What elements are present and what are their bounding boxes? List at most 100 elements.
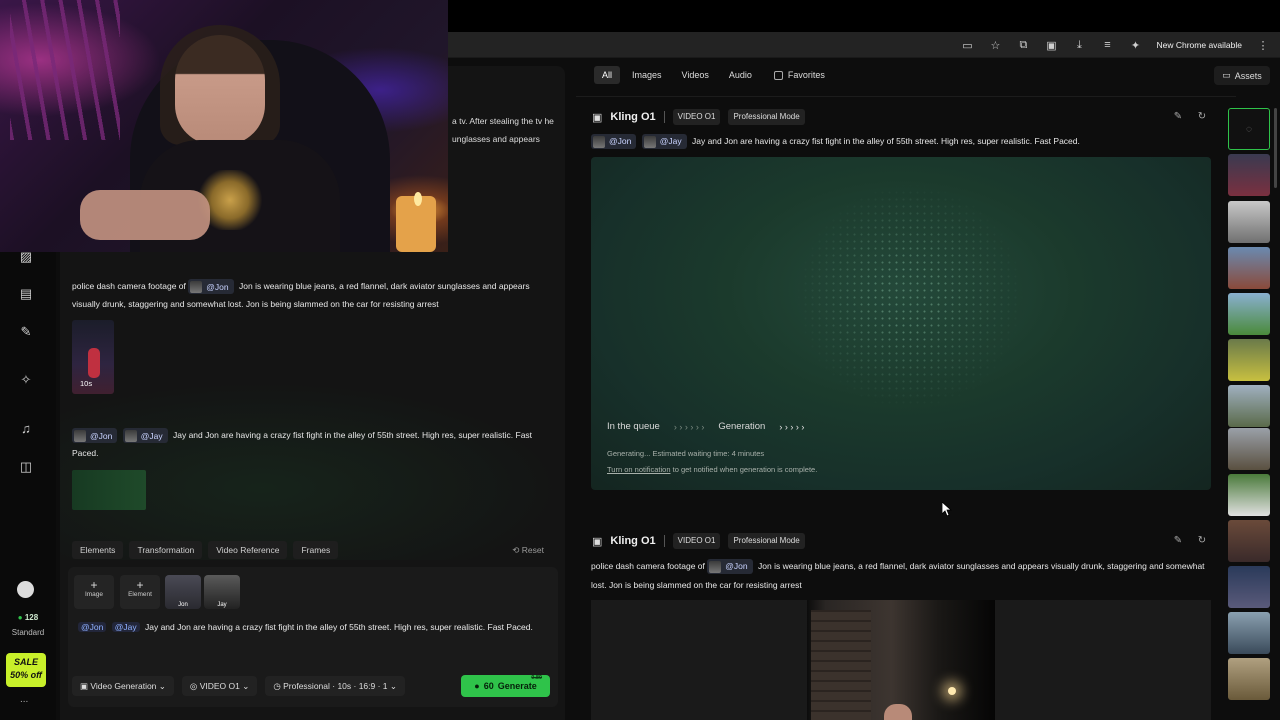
add-element-button[interactable]: + Element: [120, 575, 160, 609]
screen-cast-icon[interactable]: ▣: [1044, 38, 1058, 52]
turn-on-notification-link[interactable]: Turn on notification: [607, 465, 671, 474]
filter-videos[interactable]: Videos: [674, 66, 717, 84]
model-dropdown[interactable]: ◎ VIDEO O1 ⌄: [181, 676, 258, 696]
chip-thumbnail: [74, 429, 86, 442]
asset-filter-tabs: All Images Videos Audio Favorites: [594, 66, 825, 84]
truncated-previous-prompt: a tv. After stealing the tv he unglasses…: [452, 112, 562, 148]
video-icon[interactable]: ▤: [18, 286, 34, 302]
avatar[interactable]: [17, 581, 34, 598]
reference-element-jon[interactable]: Jon: [165, 575, 201, 609]
rail-thumb[interactable]: [1228, 428, 1270, 470]
edit-icon[interactable]: ✎: [1171, 534, 1185, 548]
rail-scrollbar[interactable]: [1274, 108, 1277, 188]
chip-label: Jon: [98, 430, 113, 441]
composer-chip-jay[interactable]: @Jay: [111, 622, 140, 632]
generate-cost: 60: [483, 681, 494, 691]
message-prefix: police dash camera footage of: [72, 281, 186, 291]
regenerate-icon[interactable]: ↻: [1195, 534, 1209, 548]
generate-button[interactable]: ● 60 Generate 0.80: [461, 675, 550, 697]
rail-thumb[interactable]: [1228, 658, 1270, 700]
film-icon: ▣: [592, 535, 603, 548]
download-icon[interactable]: ⤓: [1072, 38, 1086, 52]
filter-audio[interactable]: Audio: [721, 66, 760, 84]
sale-badge[interactable]: SALE 50% off: [6, 653, 46, 687]
rail-thumb[interactable]: [1228, 520, 1270, 562]
chip-label: Jon: [617, 136, 632, 147]
plus-icon: +: [90, 578, 98, 592]
tab-transformation[interactable]: Transformation: [129, 541, 203, 559]
film-icon: ▣: [592, 111, 603, 124]
generation-settings-bar: ▣ Video Generation ⌄ ◎ VIDEO O1 ⌄ ◷ Prof…: [72, 676, 406, 696]
step-in-queue: In the queue: [607, 421, 660, 432]
rail-thumb[interactable]: [1228, 154, 1270, 196]
chip-label: Jon: [733, 561, 748, 572]
rail-thumb[interactable]: [1228, 247, 1270, 289]
element-chip-jon[interactable]: @ Jon: [591, 134, 637, 150]
rail-thumb[interactable]: [1228, 385, 1270, 427]
extension-icon[interactable]: ⧉: [1016, 38, 1030, 52]
media-control-icon[interactable]: ≡: [1100, 38, 1114, 52]
new-chrome-available-button[interactable]: New Chrome available: [1156, 40, 1242, 50]
effects-icon[interactable]: ✧: [18, 372, 34, 388]
browser-toolbar-icons: ▭ ☆ ⧉ ▣ ⤓ ≡ ✦ New Chrome available ⋮: [960, 32, 1270, 58]
rail-thumb[interactable]: [1228, 201, 1270, 243]
mouse-cursor-icon: [942, 502, 952, 516]
favorites-toggle[interactable]: Favorites: [773, 70, 825, 80]
pending-video-placeholder[interactable]: [72, 470, 146, 510]
chip-label: Jon: [214, 281, 229, 292]
add-image-button[interactable]: + Image: [74, 575, 114, 609]
webcam-person-hand: [80, 190, 210, 240]
credit-icon: ●: [17, 613, 23, 622]
star-icon[interactable]: ☆: [988, 38, 1002, 52]
screen-root: { "browser": { "new_chrome": "New Chrome…: [0, 0, 1280, 720]
rail-thumb[interactable]: [1228, 339, 1270, 381]
prompt-input[interactable]: @Jon @Jay Jay and Jon are having a crazy…: [78, 620, 548, 634]
filter-images[interactable]: Images: [624, 66, 670, 84]
history-video-thumbnail[interactable]: 10s: [72, 320, 114, 394]
puzzle-icon[interactable]: ✦: [1128, 38, 1142, 52]
kebab-icon[interactable]: ⋮: [1256, 38, 1270, 52]
tab-elements[interactable]: Elements: [72, 541, 124, 559]
edit-icon[interactable]: ✎: [1171, 110, 1185, 124]
credit-count: 128: [24, 613, 39, 622]
element-chip-jon[interactable]: @ Jon: [188, 279, 234, 295]
card-icon[interactable]: ▭: [960, 38, 974, 52]
rail-thumb[interactable]: [1228, 612, 1270, 654]
webcam-background-guitars: [10, 0, 120, 140]
waiting-time-text: Generating... Estimated waiting time: 4 …: [607, 449, 765, 458]
element-chip-jay[interactable]: @ Jay: [641, 134, 687, 150]
tab-video-reference[interactable]: Video Reference: [208, 541, 288, 559]
credit-drop-icon: ●: [474, 681, 480, 691]
edit-icon[interactable]: ✎: [18, 324, 34, 340]
tab-frames[interactable]: Frames: [293, 541, 339, 559]
reset-button[interactable]: ⟲ Reset: [504, 541, 552, 559]
element-chip-jay[interactable]: @ Jay: [122, 428, 168, 444]
credit-balance[interactable]: ● 128 Standard: [10, 613, 46, 637]
settings-dropdown[interactable]: ◷ Professional · 10s · 16:9 · 1 ⌄: [265, 676, 406, 696]
model-tag: VIDEO O1: [672, 533, 721, 549]
assets-button[interactable]: ▭ Assets: [1214, 66, 1270, 85]
progress-steps: In the queue › › › › › › Generation › › …: [607, 421, 804, 432]
prompt-prefix: police dash camera footage of: [591, 561, 705, 571]
rail-thumb[interactable]: [1228, 474, 1270, 516]
thumbnail-figure: [88, 348, 100, 378]
rail-thumb[interactable]: [1228, 566, 1270, 608]
chip-label: Jay: [668, 136, 682, 147]
rail-thumb[interactable]: [1228, 293, 1270, 335]
element-chip-jon[interactable]: @ Jon: [72, 428, 118, 444]
canvas-icon[interactable]: ◫: [18, 459, 34, 475]
generated-video-preview[interactable]: [591, 600, 1211, 720]
mode-dropdown[interactable]: ▣ Video Generation ⌄: [72, 676, 174, 696]
composer-chip-jon[interactable]: @Jon: [78, 622, 107, 632]
rail-thumb-loading[interactable]: ◌: [1228, 108, 1270, 150]
notification-text: to get notified when generation is compl…: [672, 465, 818, 474]
element-chip-jon[interactable]: @ Jon: [707, 559, 753, 575]
model-title: Kling O1: [610, 111, 656, 123]
chip-thumbnail: [593, 135, 605, 148]
regenerate-icon[interactable]: ↻: [1195, 110, 1209, 124]
filter-all[interactable]: All: [594, 66, 621, 84]
generation-header-2: ▣ Kling O1 VIDEO O1 Professional Mode: [592, 532, 805, 550]
audio-icon[interactable]: ♫: [18, 421, 34, 437]
more-menu-icon[interactable]: ...: [20, 694, 28, 705]
reference-element-jay[interactable]: Jay: [204, 575, 240, 609]
